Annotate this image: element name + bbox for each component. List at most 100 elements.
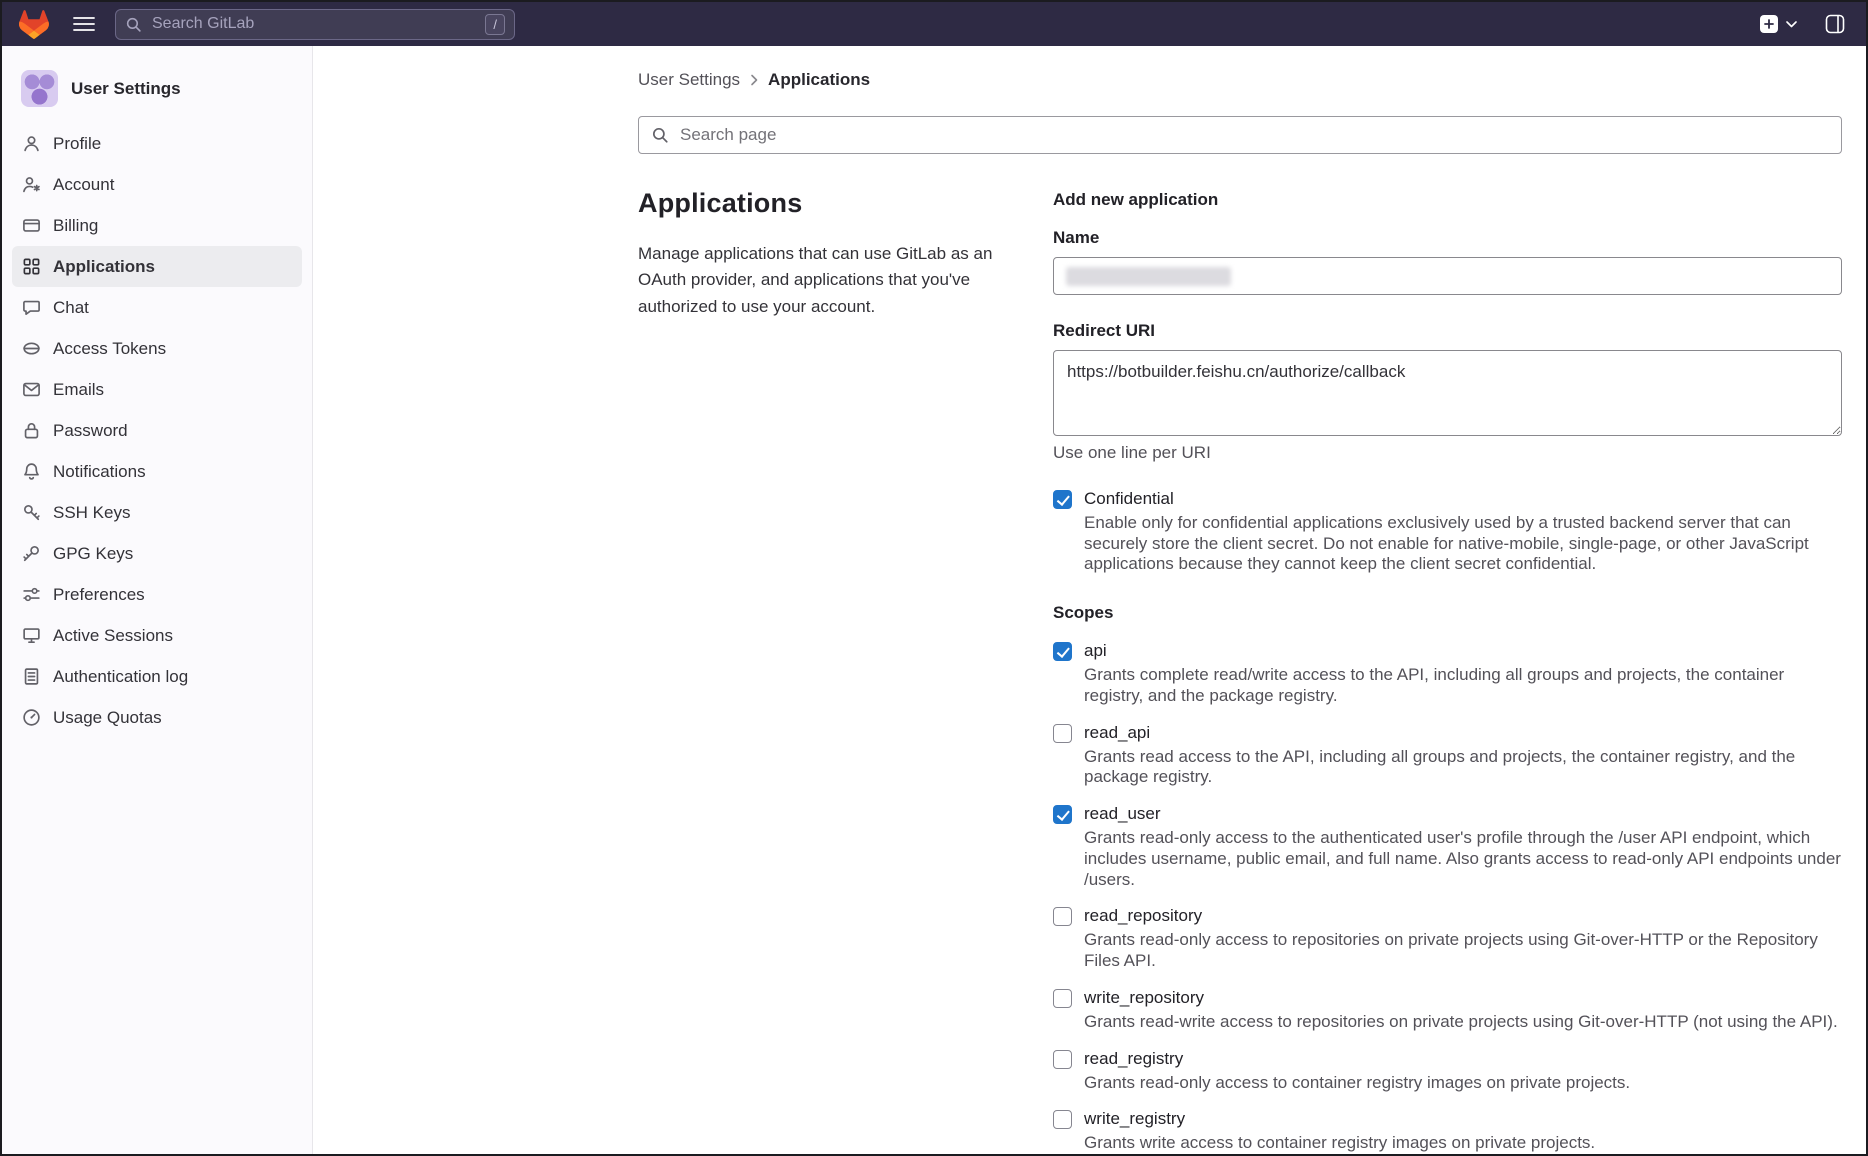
scope-read-api: read_api Grants read access to the API, … <box>1053 723 1842 788</box>
navbar-right <box>1759 14 1849 34</box>
redacted-name-value <box>1066 267 1231 286</box>
global-search-input[interactable] <box>150 14 485 34</box>
panel-toggle-icon[interactable] <box>1825 14 1845 34</box>
gitlab-logo-icon[interactable] <box>19 10 49 39</box>
sidebar-item-label: GPG Keys <box>53 544 133 564</box>
confidential-label[interactable]: Confidential <box>1084 489 1842 509</box>
account-icon <box>22 175 41 194</box>
scope-label[interactable]: api <box>1084 641 1842 661</box>
scope-write-registry-checkbox[interactable] <box>1053 1110 1072 1129</box>
scope-label[interactable]: read_user <box>1084 804 1842 824</box>
scope-description: Grants complete read/write access to the… <box>1084 665 1842 706</box>
add-new-application-title: Add new application <box>1053 190 1842 210</box>
sidebar-item-gpg-keys[interactable]: GPG Keys <box>12 533 302 574</box>
sidebar-item-label: SSH Keys <box>53 503 130 523</box>
sidebar-item-label: Password <box>53 421 128 441</box>
gitlab-window: / User Settings Profile <box>0 0 1868 1156</box>
breadcrumb-user-settings[interactable]: User Settings <box>638 70 740 90</box>
application-name-input[interactable] <box>1053 257 1842 295</box>
scope-read-user-checkbox[interactable] <box>1053 805 1072 824</box>
scopes-title: Scopes <box>1053 603 1842 623</box>
scope-description: Grants write access to container registr… <box>1084 1133 1595 1154</box>
billing-icon <box>22 216 41 235</box>
scope-description: Grants read-only access to repositories … <box>1084 930 1842 971</box>
scope-label[interactable]: read_registry <box>1084 1049 1630 1069</box>
top-navbar: / <box>2 2 1866 46</box>
sidebar-item-label: Access Tokens <box>53 339 166 359</box>
create-new-menu[interactable] <box>1759 14 1797 34</box>
sidebar-item-label: Authentication log <box>53 667 188 687</box>
redirect-uri-help: Use one line per URI <box>1053 443 1842 463</box>
add-application-form: Add new application Name Redirect URI ht… <box>1053 188 1842 1154</box>
sidebar-item-profile[interactable]: Profile <box>12 123 302 164</box>
scope-read-user: read_user Grants read-only access to the… <box>1053 804 1842 890</box>
sidebar-item-label: Applications <box>53 257 155 277</box>
scope-read-api-checkbox[interactable] <box>1053 724 1072 743</box>
scope-label[interactable]: read_repository <box>1084 906 1842 926</box>
page-search[interactable] <box>638 116 1842 154</box>
scope-read-registry: read_registry Grants read-only access to… <box>1053 1049 1842 1094</box>
confidential-checkbox[interactable] <box>1053 490 1072 509</box>
sidebar-item-chat[interactable]: Chat <box>12 287 302 328</box>
sidebar-item-label: Billing <box>53 216 98 236</box>
search-icon <box>125 16 142 33</box>
slash-shortcut-key: / <box>485 14 505 35</box>
chevron-down-icon <box>1786 21 1797 28</box>
global-search[interactable]: / <box>115 9 515 40</box>
chevron-right-icon <box>750 74 758 86</box>
confidential-description: Enable only for confidential application… <box>1084 513 1842 575</box>
sidebar-item-account[interactable]: Account <box>12 164 302 205</box>
sidebar-item-notifications[interactable]: Notifications <box>12 451 302 492</box>
sidebar-item-access-tokens[interactable]: Access Tokens <box>12 328 302 369</box>
gpg-keys-icon <box>22 544 41 563</box>
page-search-input[interactable] <box>678 124 1829 146</box>
scope-label[interactable]: write_registry <box>1084 1109 1595 1129</box>
password-icon <box>22 421 41 440</box>
active-sessions-icon <box>22 626 41 645</box>
scope-read-repository: read_repository Grants read-only access … <box>1053 906 1842 971</box>
sidebar-item-usage-quotas[interactable]: Usage Quotas <box>12 697 302 738</box>
scope-label[interactable]: read_api <box>1084 723 1842 743</box>
sidebar-item-ssh-keys[interactable]: SSH Keys <box>12 492 302 533</box>
confidential-option: Confidential Enable only for confidentia… <box>1053 489 1842 575</box>
sidebar-item-billing[interactable]: Billing <box>12 205 302 246</box>
scope-api-checkbox[interactable] <box>1053 642 1072 661</box>
authentication-log-icon <box>22 667 41 686</box>
sidebar-item-label: Usage Quotas <box>53 708 162 728</box>
sidebar-item-emails[interactable]: Emails <box>12 369 302 410</box>
sidebar-nav: Profile Account Billing Applications Cha… <box>2 123 312 738</box>
scope-read-registry-checkbox[interactable] <box>1053 1050 1072 1069</box>
redirect-uri-label: Redirect URI <box>1053 321 1842 341</box>
sidebar-item-preferences[interactable]: Preferences <box>12 574 302 615</box>
scope-description: Grants read access to the API, including… <box>1084 747 1842 788</box>
settings-sidebar: User Settings Profile Account Billing A <box>2 46 313 1154</box>
sidebar-item-active-sessions[interactable]: Active Sessions <box>12 615 302 656</box>
breadcrumb-applications: Applications <box>768 70 870 90</box>
scope-description: Grants read-write access to repositories… <box>1084 1012 1838 1033</box>
sidebar-item-password[interactable]: Password <box>12 410 302 451</box>
profile-icon <box>22 134 41 153</box>
create-new-icon <box>1759 14 1779 34</box>
sidebar-item-label: Preferences <box>53 585 145 605</box>
avatar[interactable] <box>21 70 58 107</box>
chat-icon <box>22 298 41 317</box>
scope-write-repository-checkbox[interactable] <box>1053 989 1072 1008</box>
sidebar-title: User Settings <box>71 79 181 99</box>
sidebar-item-label: Chat <box>53 298 89 318</box>
notifications-icon <box>22 462 41 481</box>
ssh-keys-icon <box>22 503 41 522</box>
scope-description: Grants read-only access to the authentic… <box>1084 828 1842 890</box>
breadcrumb: User Settings Applications <box>638 70 1842 90</box>
redirect-uri-textarea[interactable]: https://botbuilder.feishu.cn/authorize/c… <box>1053 350 1842 436</box>
page-title: Applications <box>638 188 1006 219</box>
sidebar-item-authentication-log[interactable]: Authentication log <box>12 656 302 697</box>
page-description: Manage applications that can use GitLab … <box>638 241 1006 320</box>
sidebar-item-label: Active Sessions <box>53 626 173 646</box>
scope-label[interactable]: write_repository <box>1084 988 1838 1008</box>
usage-quotas-icon <box>22 708 41 727</box>
name-label: Name <box>1053 228 1842 248</box>
sidebar-item-applications[interactable]: Applications <box>12 246 302 287</box>
sidebar-item-label: Emails <box>53 380 104 400</box>
menu-hamburger-icon[interactable] <box>67 10 101 38</box>
scope-read-repository-checkbox[interactable] <box>1053 907 1072 926</box>
